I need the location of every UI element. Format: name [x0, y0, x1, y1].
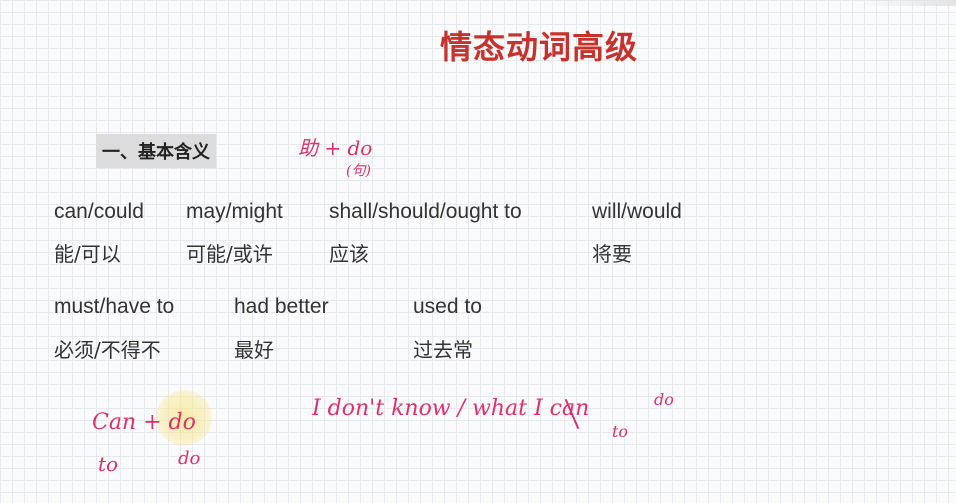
handwriting-strokes: [565, 399, 579, 429]
caret-stroke: [565, 399, 579, 429]
